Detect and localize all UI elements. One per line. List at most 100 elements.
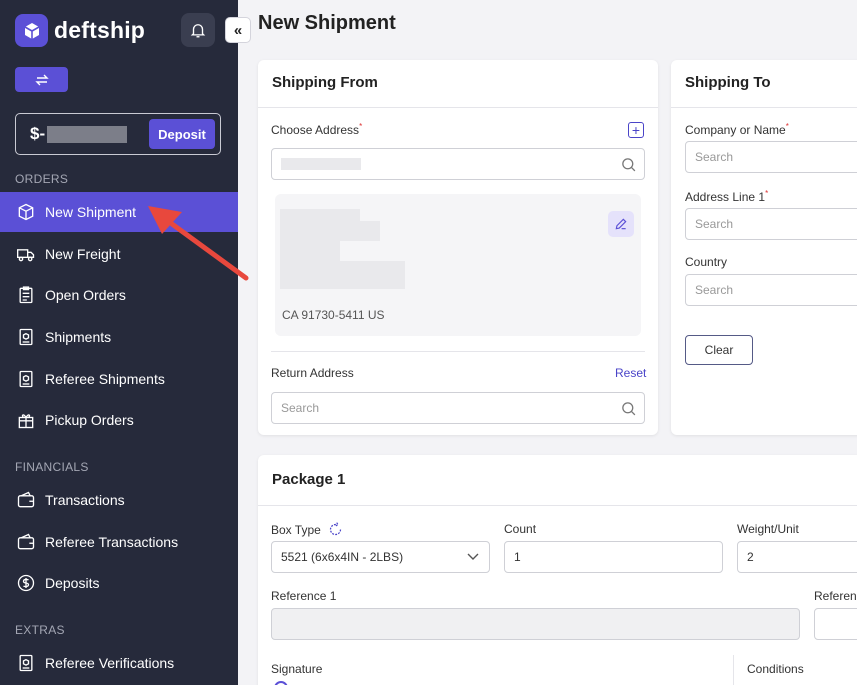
page-title: New Shipment	[258, 12, 396, 34]
divider	[258, 505, 857, 506]
company-name-input[interactable]: Search	[685, 141, 857, 173]
sidebar-item-label: Shipments	[45, 329, 112, 345]
deftship-logo-icon	[15, 14, 48, 47]
wallet-icon	[15, 531, 37, 553]
reset-link[interactable]: Reset	[615, 366, 646, 380]
box-icon	[15, 201, 37, 223]
sidebar-item-deposits[interactable]: Deposits	[0, 563, 238, 603]
conditions-label: Conditions	[747, 662, 804, 676]
search-icon	[622, 402, 636, 416]
box-type-select[interactable]: 5521 (6x6x4IN - 2LBS)	[271, 541, 490, 573]
shipping-to-title: Shipping To	[685, 74, 771, 91]
weight-unit-label: Weight/Unit	[737, 522, 799, 536]
add-address-button[interactable]: +	[628, 122, 644, 138]
sidebar-item-shipments[interactable]: Shipments	[0, 317, 238, 357]
sidebar-item-label: Open Orders	[45, 287, 126, 303]
package-list-icon	[15, 326, 37, 348]
sidebar-item-label: New Freight	[45, 246, 121, 262]
return-address-label: Return Address	[271, 366, 354, 380]
chevron-down-icon	[467, 553, 479, 560]
deposit-button[interactable]: Deposit	[149, 119, 215, 149]
country-label: Country	[685, 255, 728, 269]
clipboard-icon	[15, 284, 37, 306]
country-input[interactable]: Search	[685, 274, 857, 306]
weight-unit-input[interactable]: 2	[737, 541, 857, 573]
section-financials: FINANCIALS	[15, 460, 89, 474]
selected-address-card: CA 91730-5411 US	[275, 194, 641, 336]
switch-account-button[interactable]	[15, 67, 68, 92]
sidebar-item-label: Pickup Orders	[45, 412, 134, 428]
edit-address-button[interactable]	[608, 211, 634, 237]
section-orders: ORDERS	[15, 172, 69, 186]
swap-arrows-icon	[34, 74, 49, 85]
reference-1-label: Reference 1	[271, 589, 337, 603]
sidebar-item-label: Referee Verifications	[45, 655, 175, 671]
address-redacted	[281, 158, 361, 170]
dollar-icon	[15, 572, 37, 594]
sidebar-item-label: Referee Transactions	[45, 534, 179, 550]
box-type-value: 5521 (6x6x4IN - 2LBS)	[281, 550, 404, 564]
reference-2-label: Referenc	[814, 589, 857, 603]
sidebar: deftship $- Deposit ORDERS New Shipment …	[0, 0, 238, 685]
box-type-label: Box Type	[271, 522, 343, 537]
balance-box: $- Deposit	[15, 113, 221, 155]
sidebar-item-label: Transactions	[45, 492, 125, 508]
address-redacted	[280, 221, 380, 241]
bell-icon	[190, 24, 206, 38]
truck-icon	[15, 243, 37, 265]
company-name-label: Company or Name*	[685, 122, 789, 137]
sidebar-item-referee-shipments[interactable]: Referee Shipments	[0, 359, 238, 399]
section-extras: EXTRAS	[15, 623, 65, 637]
address-redacted	[280, 209, 360, 221]
brand-name: deftship	[54, 17, 146, 43]
address-redacted	[280, 261, 405, 289]
divider	[271, 351, 645, 352]
sidebar-item-pickup-orders[interactable]: Pickup Orders	[0, 400, 238, 440]
wallet-icon	[15, 489, 37, 511]
sidebar-item-label: Deposits	[45, 575, 100, 591]
return-address-input[interactable]: Search	[271, 392, 645, 424]
shipping-from-title: Shipping From	[272, 74, 378, 91]
divider	[671, 107, 857, 108]
reference-1-input[interactable]	[271, 608, 800, 640]
pickup-icon	[15, 409, 37, 431]
country-placeholder: Search	[695, 283, 734, 297]
balance-amount: $-	[30, 124, 46, 143]
address-line-1-label: Address Line 1*	[685, 189, 769, 204]
address-redacted	[280, 241, 340, 261]
double-chevron-left-icon: «	[233, 21, 243, 39]
sidebar-item-referee-verifications[interactable]: Referee Verifications	[0, 643, 238, 683]
search-icon	[622, 158, 636, 172]
verify-icon	[15, 652, 37, 674]
choose-address-input[interactable]	[271, 148, 645, 180]
balance-redacted	[47, 125, 128, 143]
notifications-button[interactable]	[181, 13, 215, 47]
address-line: CA 91730-5411 US	[282, 308, 385, 322]
clear-button[interactable]: Clear	[685, 335, 753, 365]
package-title: Package 1	[272, 471, 346, 488]
pencil-icon	[615, 218, 627, 230]
sidebar-item-label: New Shipment	[45, 204, 137, 220]
plus-icon: +	[631, 122, 641, 138]
divider	[258, 107, 658, 108]
count-input[interactable]: 1	[504, 541, 723, 573]
sidebar-item-label: Referee Shipments	[45, 371, 165, 387]
signature-label: Signature	[271, 662, 323, 676]
collapse-sidebar-button[interactable]: «	[225, 17, 251, 43]
count-label: Count	[504, 522, 537, 536]
package-list-icon	[15, 368, 37, 390]
divider	[733, 655, 734, 685]
address-line-1-input[interactable]: Search	[685, 208, 857, 240]
sidebar-item-transactions[interactable]: Transactions	[0, 480, 238, 520]
count-value: 1	[514, 550, 521, 564]
company-placeholder: Search	[695, 150, 734, 164]
sidebar-item-referee-transactions[interactable]: Referee Transactions	[0, 522, 238, 562]
weight-value: 2	[747, 550, 754, 564]
refresh-icon[interactable]	[328, 522, 343, 537]
pointer-arrow-icon	[148, 206, 249, 281]
shipping-to-card: Shipping To	[671, 60, 857, 435]
reference-2-input[interactable]	[814, 608, 857, 640]
choose-address-label: Choose Address*	[271, 122, 363, 137]
brand[interactable]: deftship	[15, 14, 145, 47]
return-address-placeholder: Search	[281, 401, 320, 415]
